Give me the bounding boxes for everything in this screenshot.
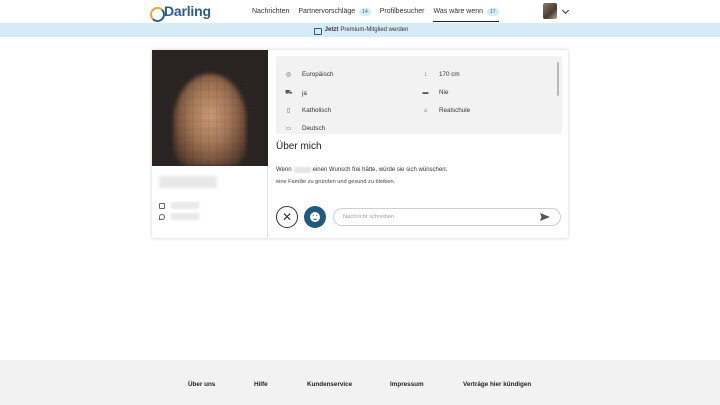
attr-label: Katholisch bbox=[302, 107, 332, 114]
attr-religion: ▯ Katholisch bbox=[285, 107, 331, 114]
attr-label: 170 cm bbox=[439, 71, 460, 78]
speech-bubble-icon: ▭ bbox=[285, 126, 292, 132]
attr-label: ja bbox=[302, 89, 307, 97]
location-row bbox=[159, 213, 199, 220]
about-me-title: Über mich bbox=[276, 141, 322, 152]
premium-text: Premium-Mitglied werden bbox=[340, 27, 409, 33]
attr-education: ⌂ Realschule bbox=[422, 107, 470, 114]
attributes-panel: ◎ Europäisch ↕ 170 cm ⛟ ja ▬ Nie ▯ Katho… bbox=[276, 56, 562, 134]
footer-link-hilfe[interactable]: Hilfe bbox=[254, 381, 268, 388]
wish-answer: eine Familie zu gründen und gesund zu bl… bbox=[276, 179, 396, 185]
attr-height: ↕ 170 cm bbox=[422, 71, 460, 78]
nav-item-partnervorschlaege[interactable]: Partnervorschläge 14 bbox=[298, 0, 371, 23]
attr-label: Nie bbox=[439, 89, 449, 96]
darling-logo[interactable]: Darling bbox=[150, 2, 211, 22]
nav-item-label: Was wäre wenn bbox=[433, 8, 484, 15]
message-input[interactable] bbox=[333, 208, 561, 226]
attr-ethnicity: ◎ Europäisch bbox=[285, 71, 334, 78]
job-row bbox=[159, 202, 199, 209]
location-pin-icon bbox=[159, 213, 165, 220]
chevron-down-icon[interactable] bbox=[561, 6, 570, 15]
count-badge: 14 bbox=[359, 7, 371, 16]
footer-link-kundenservice[interactable]: Kundenservice bbox=[307, 381, 352, 388]
wish-suffix: einen Wunsch frei hätte, würde sie sich … bbox=[312, 167, 448, 173]
briefcase-icon bbox=[159, 202, 165, 209]
book-icon: ▯ bbox=[286, 108, 291, 114]
top-header: Darling Nachrichten Partnervorschläge 14… bbox=[0, 0, 720, 23]
footer-link-impressum[interactable]: Impressum bbox=[390, 381, 424, 388]
nav-item-nachrichten[interactable]: Nachrichten bbox=[252, 0, 289, 23]
dismiss-button[interactable]: ✕ bbox=[276, 206, 298, 228]
main-nav: Nachrichten Partnervorschläge 14 Profilb… bbox=[252, 0, 508, 23]
globe-icon: ◎ bbox=[285, 72, 292, 78]
close-icon: ✕ bbox=[281, 210, 293, 224]
send-icon[interactable] bbox=[540, 213, 550, 221]
smiley-icon bbox=[310, 212, 320, 222]
profile-photo[interactable] bbox=[152, 50, 268, 166]
profile-summary bbox=[152, 50, 268, 238]
attributes-scrollbar[interactable] bbox=[557, 62, 559, 96]
smoking-icon: ▬ bbox=[422, 89, 429, 96]
premium-banner[interactable]: Jetzt Premium-Mitglied werden bbox=[0, 23, 720, 37]
pixelation-overlay bbox=[152, 50, 268, 166]
nav-item-label: Nachrichten bbox=[252, 8, 290, 15]
premium-bold-text: Jetzt bbox=[324, 27, 339, 33]
premium-crown-icon bbox=[312, 27, 322, 35]
blurred-job bbox=[171, 202, 199, 209]
footer-link-vertraege-kuendigen[interactable]: Verträge hier kündigen bbox=[463, 381, 531, 388]
height-icon: ↕ bbox=[424, 71, 427, 78]
logo-mark-icon bbox=[150, 5, 165, 22]
logo-text: Darling bbox=[164, 3, 211, 19]
profile-card: ◎ Europäisch ↕ 170 cm ⛟ ja ▬ Nie ▯ Katho… bbox=[152, 50, 568, 238]
nav-item-was-waere-wenn[interactable]: Was wäre wenn 17 bbox=[433, 0, 499, 23]
nav-item-profilbesucher[interactable]: Profilbesucher bbox=[380, 0, 425, 23]
page-footer: Über uns Hilfe Kundenservice Impressum V… bbox=[0, 360, 720, 405]
profile-details: ◎ Europäisch ↕ 170 cm ⛟ ja ▬ Nie ▯ Katho… bbox=[274, 50, 568, 238]
user-avatar[interactable] bbox=[543, 3, 557, 19]
attr-children: ⛟ ja bbox=[285, 89, 307, 97]
wish-question: Wenn einen Wunsch frei hätte, würde sie … bbox=[276, 167, 447, 173]
attr-label: Realschule bbox=[439, 107, 471, 114]
attr-smoking: ▬ Nie bbox=[422, 89, 449, 96]
count-badge: 17 bbox=[487, 7, 499, 16]
nav-item-label: Profilbesucher bbox=[379, 8, 425, 15]
attr-language: ▭ Deutsch bbox=[285, 125, 325, 132]
graduation-cap-icon: ⌂ bbox=[423, 107, 428, 114]
blurred-name bbox=[159, 176, 217, 188]
attr-label: Europäisch bbox=[302, 71, 334, 78]
stroller-icon: ⛟ bbox=[285, 90, 293, 96]
smile-button[interactable] bbox=[304, 206, 326, 228]
nav-item-label: Partnervorschläge bbox=[298, 8, 356, 15]
blurred-name-inline bbox=[293, 167, 311, 173]
attr-label: Deutsch bbox=[302, 125, 326, 132]
wish-prefix: Wenn bbox=[276, 167, 292, 173]
blurred-location bbox=[171, 213, 199, 220]
footer-link-ueber-uns[interactable]: Über uns bbox=[188, 381, 215, 388]
